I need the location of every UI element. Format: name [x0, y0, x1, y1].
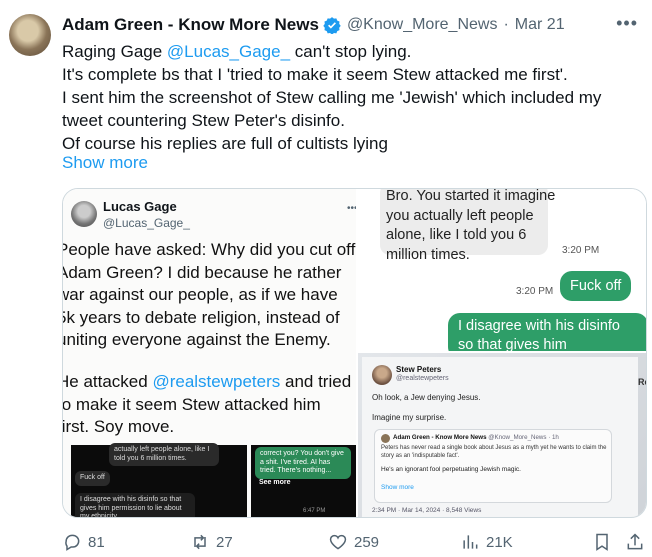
quoted-show-more: Show more: [381, 484, 414, 491]
bookmark-icon: [596, 533, 608, 551]
media-image-chat-screenshot[interactable]: Bro. You started it imagine you actually…: [358, 189, 646, 351]
chat-time: 3:20 PM: [516, 286, 554, 297]
photographed-screen: Stew Peters @realstewpeters Oh look, a J…: [362, 357, 638, 517]
like-count: 259: [354, 533, 380, 551]
views-count: 21K: [486, 533, 513, 551]
mention-text: @realstewpeters: [152, 372, 281, 391]
chat-bubble: Fuck off: [75, 471, 110, 486]
tweet-actions-bar: 81 27 259 21K: [62, 532, 647, 556]
media-grid: Lucas Gage @Lucas_Gage_ ••• People have …: [62, 188, 647, 518]
author-avatar[interactable]: [9, 14, 51, 56]
author-handle[interactable]: @Know_More_News: [347, 16, 498, 34]
verified-badge-icon: [323, 17, 341, 34]
more-options-icon[interactable]: •••: [616, 14, 638, 32]
chat-time: 6:47 PM: [303, 508, 326, 514]
lucas-gage-name: Lucas Gage: [103, 199, 177, 214]
tweet-text-segment: Raging Gage: [62, 42, 167, 61]
stew-peters-footer: 2:34 PM · Mar 14, 2024 · 8,548 Views: [372, 507, 482, 514]
tweet-line-1: Raging Gage @Lucas_Gage_ can't stop lyin…: [62, 40, 642, 63]
author-name[interactable]: Adam Green - Know More News: [62, 15, 319, 35]
tweet-line-5: Of course his replies are full of cultis…: [62, 134, 388, 153]
like-button[interactable]: 259: [328, 532, 379, 552]
tweet-line-3: I sent him the screenshot of Stew callin…: [62, 88, 602, 107]
tweet-line-2: It's complete bs that I 'tried to make i…: [62, 65, 568, 84]
stew-peters-name: Stew Peters: [396, 365, 442, 374]
lucas-gage-text-2: He attacked @realstewpeters and tried to…: [63, 371, 356, 439]
tweet-text-segment: can't stop lying.: [290, 42, 412, 61]
see-more-label: See more: [259, 479, 291, 486]
stew-peters-handle: @realstewpeters: [396, 375, 449, 382]
media-image-lucas-gage-tweet[interactable]: Lucas Gage @Lucas_Gage_ ••• People have …: [63, 189, 356, 517]
reply-count: 81: [88, 533, 105, 551]
dark-chat-screenshot-2: correct you? You don't give a shit. I've…: [251, 445, 356, 517]
share-icon: [627, 533, 643, 550]
repost-icon: [194, 534, 206, 550]
chat-bubble-green: Fuck off: [560, 271, 632, 301]
share-button[interactable]: [625, 532, 645, 552]
quoted-text-2: He's an ignorant fool perpetuating Jewis…: [381, 466, 521, 473]
quoted-meta: @Know_More_News · 1h: [488, 434, 559, 441]
quoted-tweet-card: Adam Green - Know More News @Know_More_N…: [374, 429, 612, 503]
more-options-icon: •••: [347, 203, 356, 214]
repost-button[interactable]: 27: [190, 532, 233, 552]
quoted-name: Adam Green - Know More News: [393, 434, 487, 441]
header-separator: ·: [503, 16, 509, 33]
quoted-avatar: [381, 434, 390, 443]
lucas-gage-handle: @Lucas_Gage_: [103, 216, 190, 230]
stew-peters-avatar: [372, 365, 392, 385]
views-icon: [463, 535, 478, 549]
quoted-text: Peters has never read a single book abou…: [381, 445, 607, 459]
chat-bubble: correct you? You don't give a shit. I've…: [255, 447, 351, 479]
chat-bubble: actually left people alone, like I told …: [109, 443, 219, 466]
reply-icon: [65, 534, 80, 551]
quoted-header: Adam Green - Know More News @Know_More_N…: [393, 434, 559, 441]
tweet-header: Adam Green - Know More News @Know_More_N…: [62, 14, 638, 36]
reply-button[interactable]: 81: [62, 532, 105, 552]
bookmark-button[interactable]: [592, 532, 612, 552]
chat-bubble: I disagree with his disinfo so that give…: [75, 493, 195, 517]
stew-peters-text-2: Imagine my surprise.: [372, 413, 447, 422]
media-image-stew-peters-photo[interactable]: Stew Peters @realstewpeters Oh look, a J…: [358, 353, 646, 517]
lucas-gage-avatar: [71, 201, 97, 227]
tweet-body: Raging Gage @Lucas_Gage_ can't stop lyin…: [62, 40, 642, 155]
chat-bubble-green: I disagree with his disinfo so that give…: [448, 313, 646, 351]
views-button[interactable]: 21K: [460, 532, 513, 552]
tweet-line-4: tweet countering Stew Peter's disinfo.: [62, 111, 345, 130]
dark-chat-screenshot-1: actually left people alone, like I told …: [71, 443, 247, 517]
heart-icon: [329, 534, 347, 550]
chat-gray-text: Bro. You started it imagine you actually…: [386, 189, 556, 263]
mention-link[interactable]: @Lucas_Gage_: [167, 42, 290, 61]
lucas-gage-text-1: People have asked: Why did you cut off A…: [63, 240, 356, 349]
show-more-link[interactable]: Show more: [62, 153, 148, 173]
chat-time: 3:20 PM: [562, 245, 600, 256]
stew-peters-text-1: Oh look, a Jew denying Jesus.: [372, 393, 481, 402]
tweet-date[interactable]: Mar 21: [515, 16, 565, 34]
edge-label: Re: [638, 377, 646, 387]
text-segment: He attacked: [63, 372, 153, 391]
repost-count: 27: [216, 533, 233, 551]
